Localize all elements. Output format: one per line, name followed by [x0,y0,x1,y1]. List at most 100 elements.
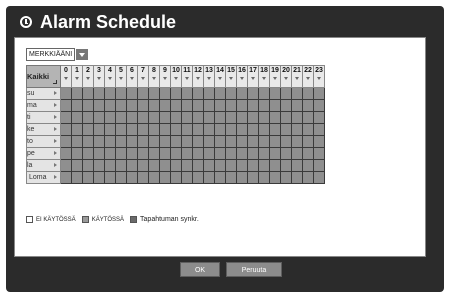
schedule-cell[interactable] [225,87,237,100]
schedule-cell[interactable] [192,99,204,112]
schedule-cell[interactable] [93,159,105,172]
schedule-cell[interactable] [82,87,94,100]
schedule-cell[interactable] [137,171,149,184]
schedule-cell[interactable] [82,123,94,136]
schedule-cell[interactable] [236,147,248,160]
schedule-cell[interactable] [313,159,325,172]
mode-select-value[interactable]: MERKKIÄÄNI [26,48,76,61]
schedule-cell[interactable] [60,171,72,184]
schedule-cell[interactable] [82,147,94,160]
hour-header[interactable]: 10 [170,65,182,88]
schedule-cell[interactable] [280,111,292,124]
schedule-cell[interactable] [181,159,193,172]
schedule-cell[interactable] [93,123,105,136]
schedule-cell[interactable] [126,147,138,160]
schedule-cell[interactable] [115,123,127,136]
schedule-cell[interactable] [170,99,182,112]
schedule-cell[interactable] [280,123,292,136]
schedule-cell[interactable] [159,147,171,160]
schedule-cell[interactable] [302,87,314,100]
ok-button[interactable]: OK [180,262,220,277]
schedule-cell[interactable] [126,135,138,148]
schedule-cell[interactable] [203,111,215,124]
schedule-cell[interactable] [71,123,83,136]
schedule-cell[interactable] [60,99,72,112]
schedule-cell[interactable] [170,111,182,124]
hour-header[interactable]: 11 [181,65,193,88]
schedule-cell[interactable] [269,111,281,124]
hour-header[interactable]: 6 [126,65,138,88]
schedule-cell[interactable] [181,147,193,160]
schedule-cell[interactable] [181,171,193,184]
schedule-cell[interactable] [82,99,94,112]
schedule-cell[interactable] [159,87,171,100]
schedule-cell[interactable] [225,171,237,184]
chevron-down-icon[interactable] [76,49,89,60]
schedule-cell[interactable] [192,87,204,100]
day-row-header[interactable]: Loma [26,171,61,184]
schedule-cell[interactable] [181,111,193,124]
schedule-cell[interactable] [93,171,105,184]
hour-header[interactable]: 13 [203,65,215,88]
schedule-cell[interactable] [137,111,149,124]
schedule-cell[interactable] [104,111,116,124]
schedule-cell[interactable] [104,147,116,160]
schedule-cell[interactable] [313,99,325,112]
schedule-cell[interactable] [159,111,171,124]
schedule-cell[interactable] [71,147,83,160]
schedule-cell[interactable] [302,123,314,136]
schedule-cell[interactable] [115,99,127,112]
hour-header[interactable]: 2 [82,65,94,88]
schedule-cell[interactable] [236,135,248,148]
schedule-cell[interactable] [203,87,215,100]
schedule-cell[interactable] [192,147,204,160]
schedule-cell[interactable] [82,135,94,148]
schedule-cell[interactable] [291,123,303,136]
schedule-cell[interactable] [60,87,72,100]
hour-header[interactable]: 20 [280,65,292,88]
schedule-cell[interactable] [104,135,116,148]
schedule-cell[interactable] [115,171,127,184]
schedule-cell[interactable] [137,87,149,100]
hour-header[interactable]: 14 [214,65,226,88]
schedule-cell[interactable] [126,171,138,184]
schedule-cell[interactable] [225,123,237,136]
hour-header[interactable]: 21 [291,65,303,88]
day-row-header[interactable]: ma [26,99,61,112]
schedule-cell[interactable] [269,171,281,184]
schedule-cell[interactable] [159,171,171,184]
schedule-cell[interactable] [313,111,325,124]
schedule-cell[interactable] [159,99,171,112]
schedule-cell[interactable] [214,147,226,160]
schedule-cell[interactable] [291,99,303,112]
schedule-cell[interactable] [313,147,325,160]
schedule-cell[interactable] [181,99,193,112]
schedule-cell[interactable] [313,123,325,136]
schedule-cell[interactable] [93,111,105,124]
schedule-cell[interactable] [137,99,149,112]
schedule-cell[interactable] [236,123,248,136]
hour-header[interactable]: 19 [269,65,281,88]
schedule-cell[interactable] [247,123,259,136]
schedule-cell[interactable] [82,159,94,172]
schedule-cell[interactable] [192,123,204,136]
schedule-cell[interactable] [258,111,270,124]
schedule-cell[interactable] [71,171,83,184]
schedule-cell[interactable] [170,123,182,136]
schedule-cell[interactable] [247,135,259,148]
schedule-cell[interactable] [258,171,270,184]
schedule-cell[interactable] [192,159,204,172]
schedule-cell[interactable] [258,99,270,112]
schedule-cell[interactable] [269,123,281,136]
day-row-header[interactable]: ti [26,111,61,124]
hour-header[interactable]: 18 [258,65,270,88]
hour-header[interactable]: 17 [247,65,259,88]
day-row-header[interactable]: ke [26,123,61,136]
select-all-corner[interactable]: Kaikki [26,65,61,88]
schedule-cell[interactable] [269,99,281,112]
schedule-cell[interactable] [148,159,160,172]
schedule-cell[interactable] [291,159,303,172]
schedule-cell[interactable] [247,87,259,100]
schedule-cell[interactable] [104,159,116,172]
schedule-cell[interactable] [126,123,138,136]
